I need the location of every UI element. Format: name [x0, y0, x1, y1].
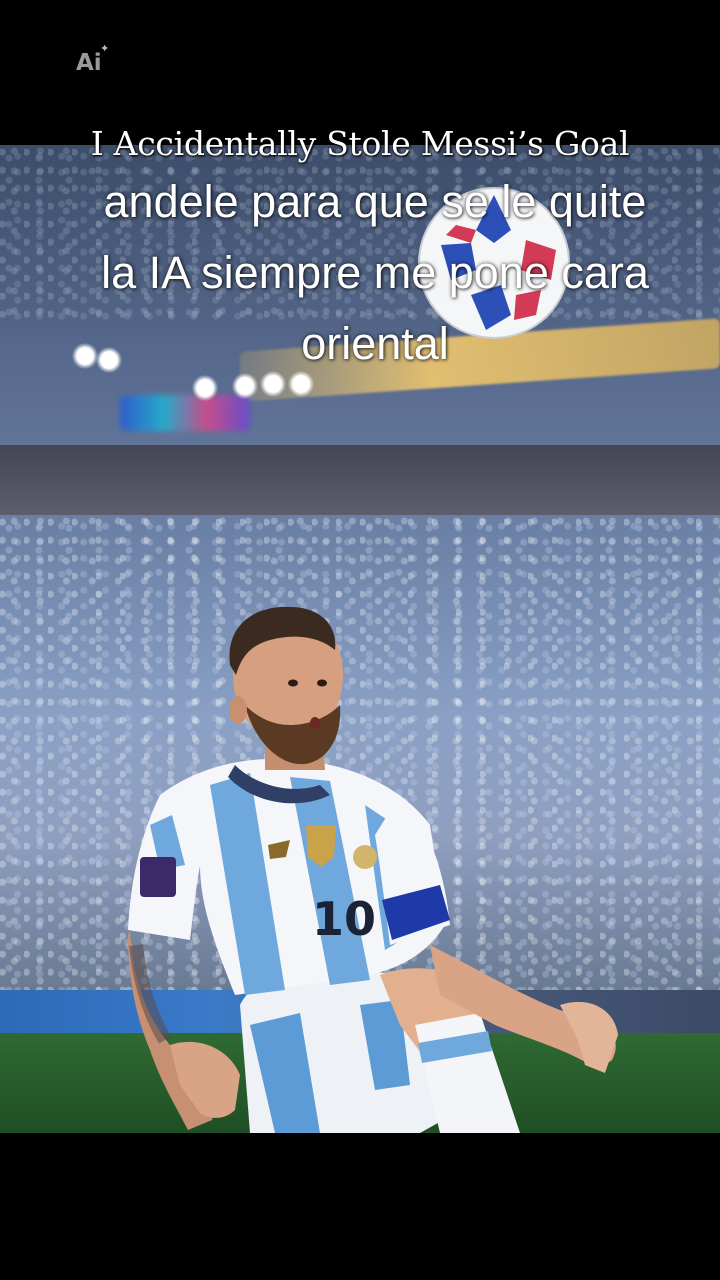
ai-badge-label: Ai	[76, 50, 102, 76]
jersey-number: 10	[312, 892, 376, 946]
caption-line: la IA siempre me pone cara	[101, 247, 649, 298]
ai-generated-badge: Ai ✦	[76, 42, 109, 76]
caption-line: oriental	[301, 318, 449, 369]
sparkle-icon: ✦	[100, 42, 110, 55]
video-title: I Accidentally Stole Messi’s Goal	[90, 124, 630, 163]
caption-overlay: andele para que se le quite la IA siempr…	[40, 166, 710, 379]
bottom-black-bar	[0, 1133, 720, 1280]
caption-line: andele para que se le quite	[103, 176, 647, 227]
